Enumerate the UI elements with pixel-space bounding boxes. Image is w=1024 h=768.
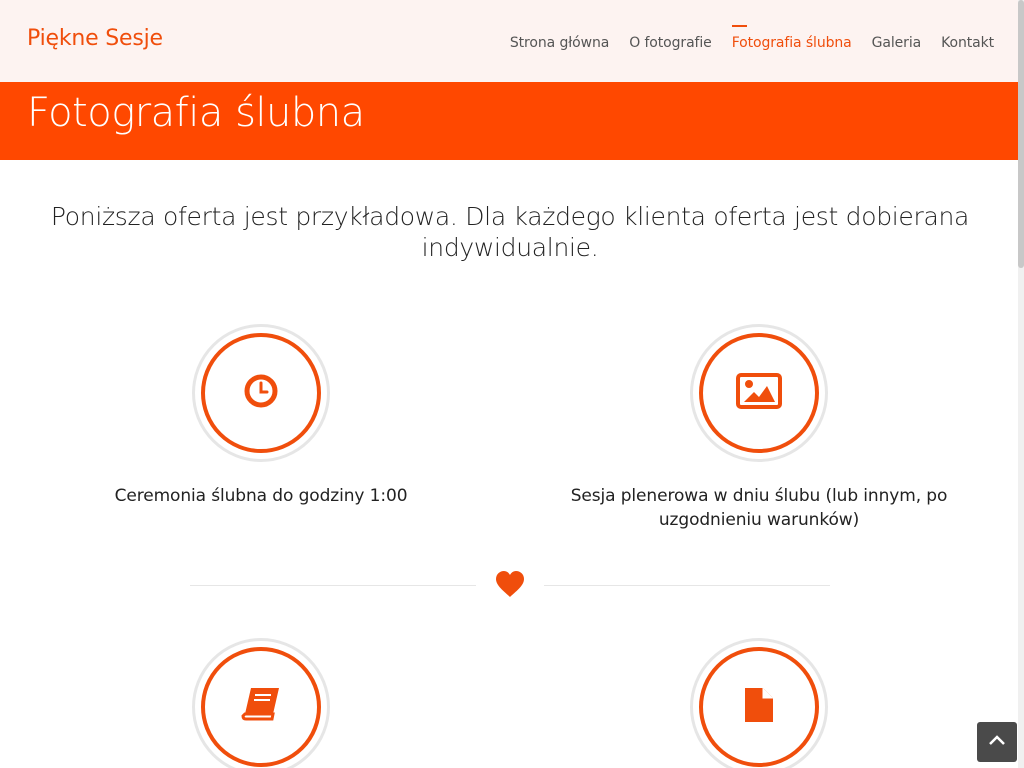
main-nav: Strona główna O fotografie Fotografia śl… <box>510 25 994 51</box>
page-hero: Fotografia ślubna <box>0 82 1018 160</box>
scroll-to-top-button[interactable] <box>977 722 1017 762</box>
feature-text-1: Ceremonia ślubna do godziny 1:00 <box>114 486 408 506</box>
nav-item-galeria[interactable]: Galeria <box>872 35 922 51</box>
chevron-up-icon <box>988 731 1006 753</box>
nav-item-kontakt[interactable]: Kontakt <box>941 35 994 51</box>
book-icon <box>241 686 281 728</box>
nav-item-o-fotografie[interactable]: O fotografie <box>629 35 712 51</box>
image-icon <box>736 373 782 413</box>
divider-right <box>544 585 830 586</box>
page-title: Fotografia ślubna <box>27 90 365 136</box>
nav-item-fotografia-slubna[interactable]: Fotografia ślubna <box>731 25 852 51</box>
header: Piękne Sesje Strona główna O fotografie … <box>0 0 1018 82</box>
scrollbar-thumb[interactable] <box>1018 0 1024 268</box>
feature-circle-1 <box>192 324 330 462</box>
divider-left <box>190 585 476 586</box>
scrollbar[interactable] <box>1018 0 1024 768</box>
offer-intro: Poniższa oferta jest przykładowa. Dla ka… <box>50 202 970 262</box>
file-icon <box>743 686 775 728</box>
brand-logo[interactable]: Piękne Sesje <box>27 26 163 51</box>
feature-circle-3 <box>192 638 330 768</box>
clock-icon <box>243 373 279 413</box>
nav-item-strona-glowna[interactable]: Strona główna <box>510 35 609 51</box>
heart-icon <box>495 570 525 602</box>
feature-text-2: Sesja plenerowa w dniu ślubu (lub innym,… <box>570 486 948 530</box>
feature-circle-2 <box>690 324 828 462</box>
feature-circle-4 <box>690 638 828 768</box>
